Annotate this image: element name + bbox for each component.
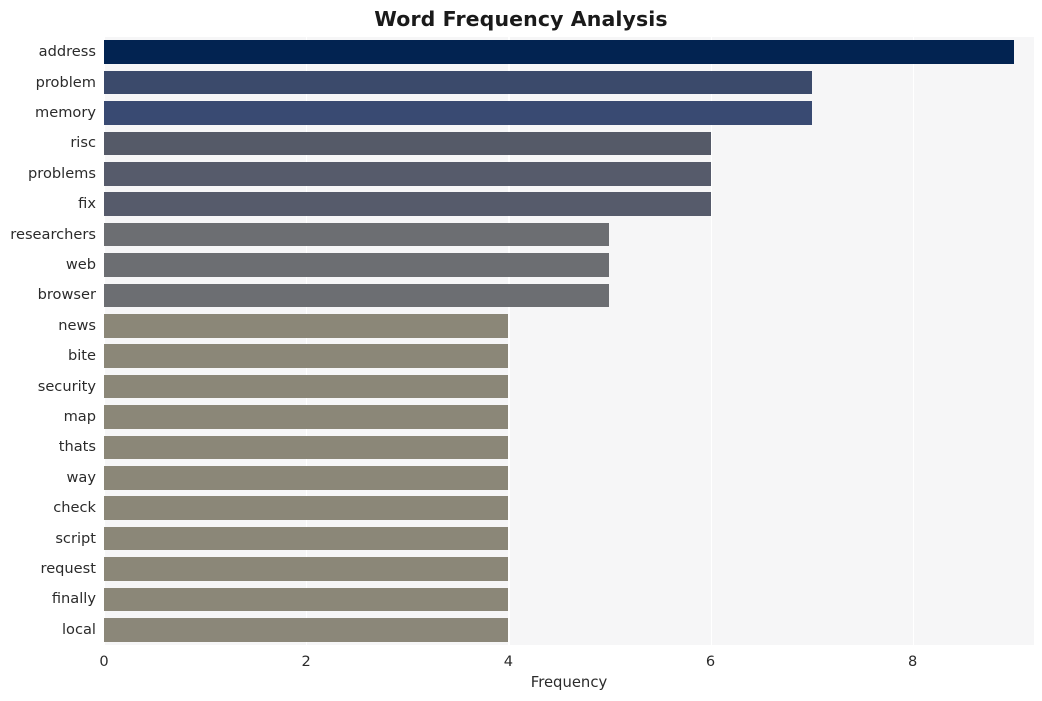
- bar-row: [104, 70, 1034, 95]
- bar-problem: [104, 70, 812, 95]
- bar-row: [104, 313, 1034, 338]
- y-tick-label-researchers: researchers: [10, 225, 96, 243]
- bar-row: [104, 222, 1034, 247]
- bar-row: [104, 283, 1034, 308]
- y-tick-label-request: request: [40, 560, 96, 577]
- y-tick-label-web: web: [65, 256, 96, 273]
- y-tick-label-local: local: [61, 620, 96, 638]
- x-axis-title: Frequency: [530, 674, 608, 691]
- y-tick-label-browser: browser: [37, 286, 96, 304]
- bar-news: [104, 313, 509, 338]
- bar-row: [104, 131, 1034, 156]
- bar-risc: [104, 131, 711, 156]
- y-tick-label-address: address: [38, 43, 96, 61]
- y-tick-label-risc: risc: [70, 134, 96, 152]
- bar-row: [104, 344, 1034, 369]
- y-axis-tick-labels: address problem memory risc problems fix resea…: [0, 37, 96, 645]
- y-tick-label-problem: problem: [35, 73, 96, 91]
- bar-row: [104, 161, 1034, 186]
- bar-row: [104, 253, 1034, 277]
- bars-container: [104, 37, 1034, 645]
- y-tick-label-map: map: [63, 408, 96, 425]
- y-tick-label-way: way: [66, 468, 96, 486]
- x-tick-label-2: 2: [301, 653, 311, 670]
- x-tick-label-0: 0: [99, 653, 109, 670]
- bar-thats: [104, 435, 509, 460]
- bar-local: [104, 617, 509, 642]
- bar-fix: [104, 192, 711, 217]
- bar-web: [104, 253, 610, 277]
- bar-researchers: [104, 222, 610, 247]
- bar-way: [104, 465, 509, 490]
- bar-browser: [104, 283, 610, 308]
- bar-row: [104, 405, 1034, 429]
- plot-area: [104, 37, 1034, 645]
- bar-row: [104, 374, 1034, 399]
- y-tick-label-memory: memory: [35, 104, 96, 121]
- bar-problems: [104, 161, 711, 186]
- bar-row: [104, 557, 1034, 581]
- y-tick-label-problems: problems: [28, 164, 96, 182]
- bar-security: [104, 374, 509, 399]
- bar-row: [104, 587, 1034, 612]
- bar-map: [104, 405, 509, 429]
- x-tick-label-6: 6: [705, 653, 716, 670]
- y-tick-label-check: check: [53, 499, 96, 517]
- bar-script: [104, 526, 509, 551]
- bar-row: [104, 526, 1034, 551]
- chart-title: Word Frequency Analysis: [374, 7, 668, 31]
- y-tick-label-finally: finally: [51, 590, 96, 608]
- word-frequency-bar-chart: Word Frequency Analysis address problem me…: [0, 0, 1042, 701]
- y-tick-label-thats: thats: [58, 438, 96, 456]
- bar-row: [104, 617, 1034, 642]
- y-tick-label-security: security: [37, 377, 96, 395]
- bar-row: [104, 496, 1034, 521]
- bar-memory: [104, 101, 812, 125]
- bar-row: [104, 465, 1034, 490]
- bar-row: [104, 101, 1034, 125]
- bar-request: [104, 557, 509, 581]
- y-tick-label-news: news: [58, 316, 96, 334]
- bar-finally: [104, 587, 509, 612]
- x-tick-label-8: 8: [908, 653, 918, 670]
- y-tick-label-bite: bite: [67, 347, 96, 365]
- x-axis-tick-labels: 0 2 4 6 8: [99, 645, 1034, 675]
- bar-address: [104, 40, 1014, 65]
- y-tick-label-fix: fix: [78, 195, 96, 213]
- bar-bite: [104, 344, 509, 369]
- bar-check: [104, 496, 509, 521]
- y-tick-label-script: script: [55, 529, 96, 547]
- x-tick-label-4: 4: [503, 653, 513, 670]
- bar-row: [104, 40, 1034, 65]
- bar-row: [104, 435, 1034, 460]
- bar-row: [104, 192, 1034, 217]
